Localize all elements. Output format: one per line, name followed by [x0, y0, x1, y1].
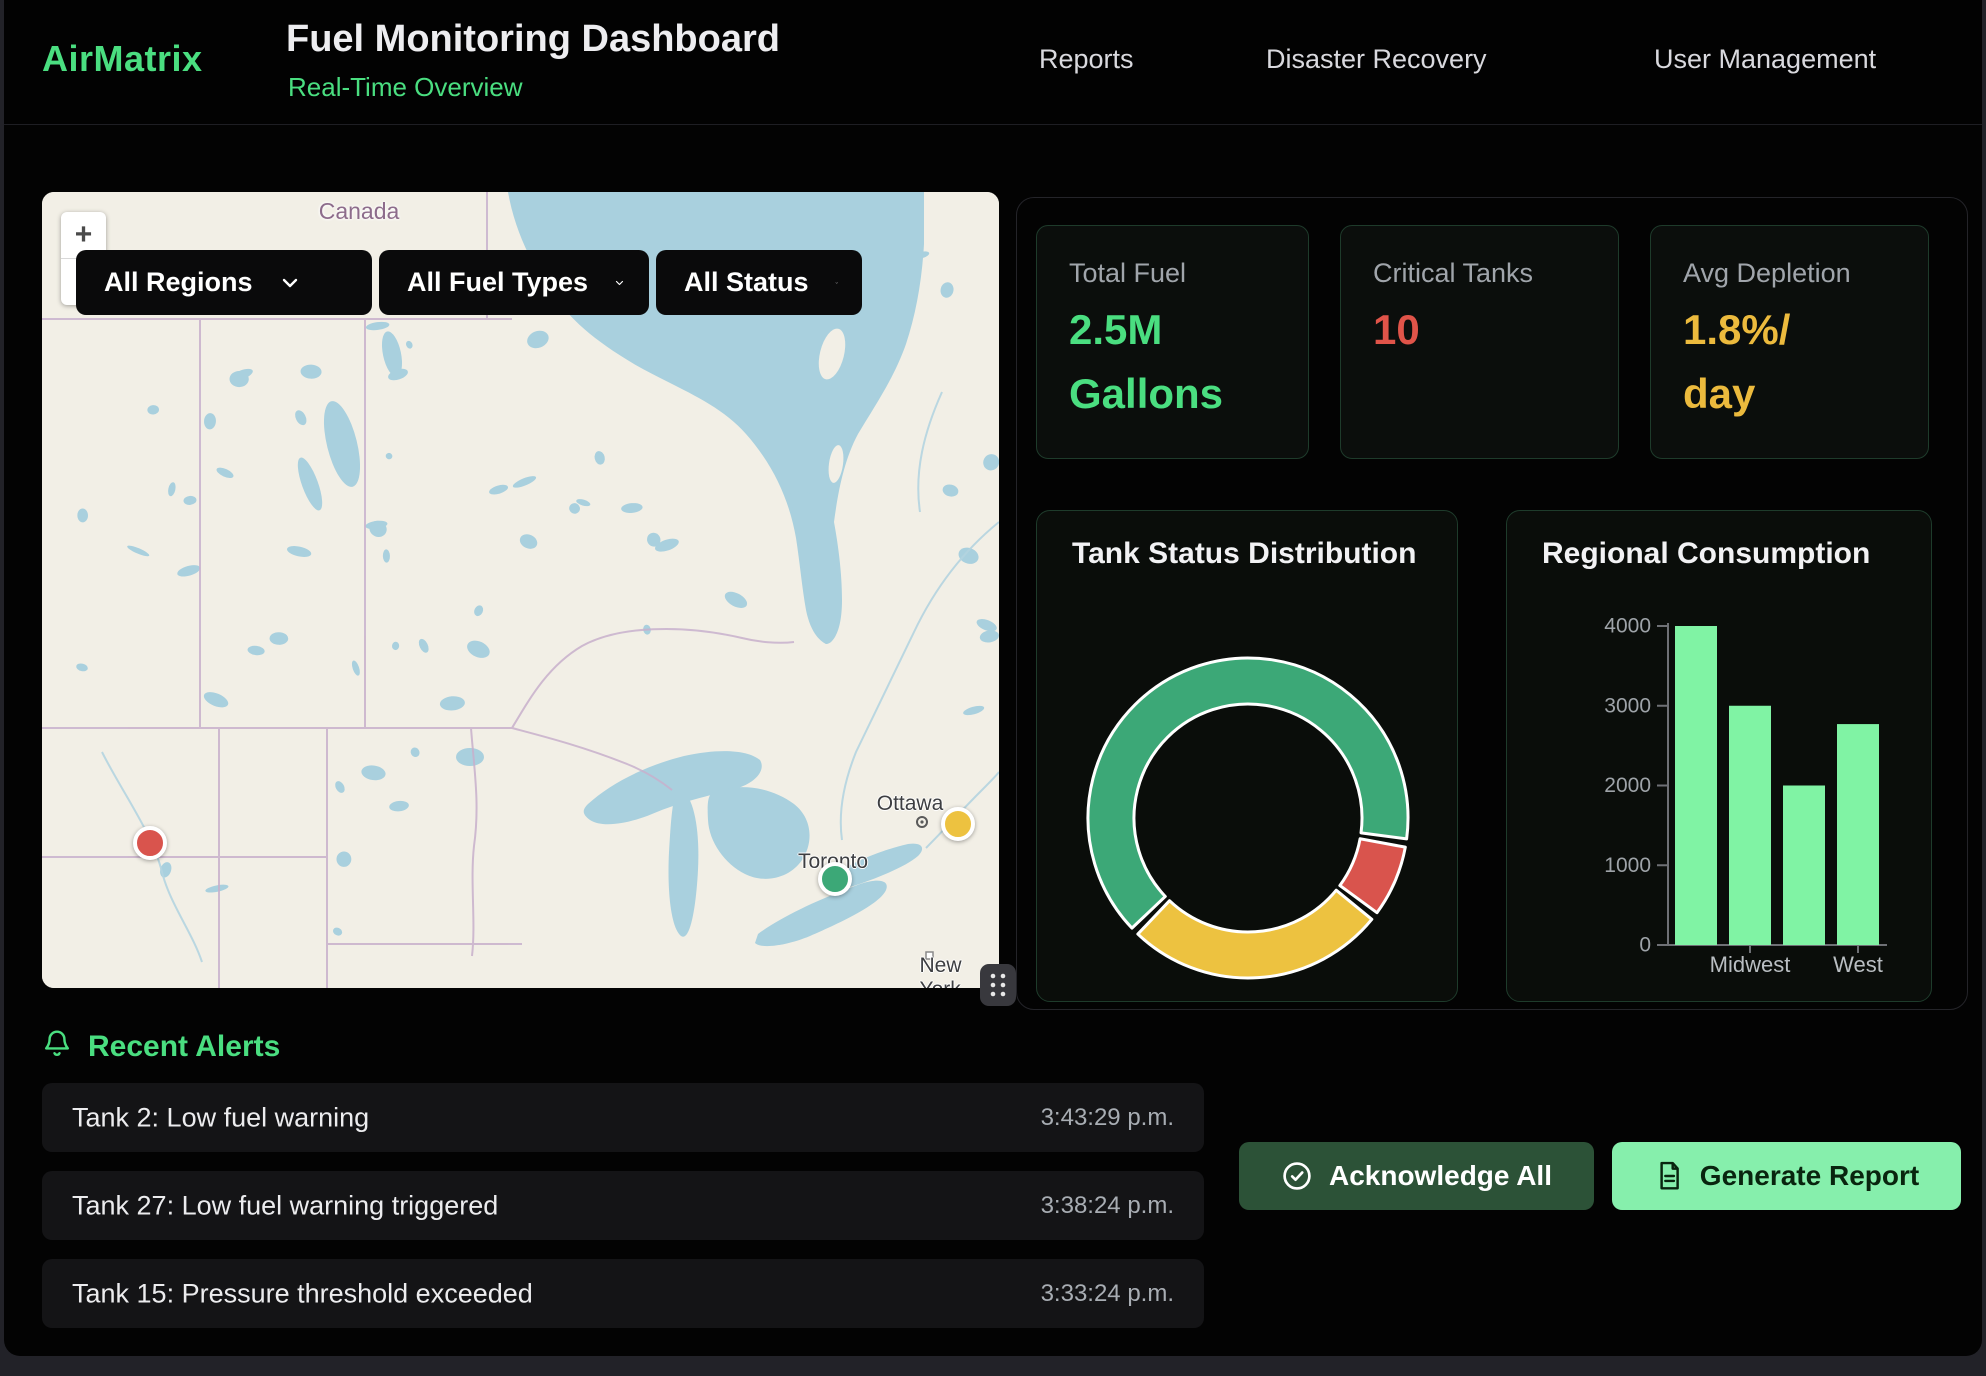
svg-text:3000: 3000 — [1604, 694, 1651, 717]
header: AirMatrix Fuel Monitoring Dashboard Real… — [4, 0, 1982, 125]
file-report-icon — [1654, 1160, 1684, 1192]
status-filter-dropdown[interactable]: All Status — [656, 250, 862, 315]
status-filter-value: All Status — [684, 267, 809, 298]
svg-text:0: 0 — [1639, 934, 1651, 957]
stat-card-avg-depletion: Avg Depletion 1.8%/ day — [1650, 225, 1929, 459]
acknowledge-all-label: Acknowledge All — [1329, 1160, 1552, 1192]
map-label-new-york: New York — [920, 954, 973, 988]
map-label-canada: Canada — [319, 198, 400, 225]
alert-timestamp: 3:38:24 p.m. — [1041, 1192, 1174, 1220]
map-resize-grip-icon[interactable] — [980, 964, 1016, 1006]
fuel-type-filter-dropdown[interactable]: All Fuel Types — [379, 250, 649, 315]
generate-report-button[interactable]: Generate Report — [1612, 1142, 1961, 1210]
stat-value: 2.5M Gallons — [1069, 298, 1223, 426]
svg-text:Midwest: Midwest — [1710, 952, 1791, 977]
region-filter-dropdown[interactable]: All Regions — [76, 250, 372, 315]
alert-row[interactable]: Tank 2: Low fuel warning 3:43:29 p.m. — [42, 1083, 1204, 1152]
svg-text:4000: 4000 — [1604, 615, 1651, 638]
alert-row[interactable]: Tank 15: Pressure threshold exceeded 3:3… — [42, 1259, 1204, 1328]
check-circle-icon — [1281, 1160, 1313, 1192]
tank-status-chart-panel: Tank Status Distribution — [1036, 510, 1458, 1002]
stat-value: 10 — [1373, 298, 1420, 362]
svg-text:2000: 2000 — [1604, 774, 1651, 797]
alerts-section-title: Recent Alerts — [88, 1030, 280, 1064]
stat-value: 1.8%/ day — [1683, 298, 1790, 426]
alert-message: Tank 27: Low fuel warning triggered — [72, 1190, 498, 1221]
map-label-ottawa: Ottawa — [877, 792, 944, 816]
region-filter-value: All Regions — [104, 267, 253, 298]
stat-label: Total Fuel — [1069, 258, 1186, 289]
bell-icon — [42, 1028, 72, 1060]
regional-consumption-bar-chart: 4000 3000 2000 1000 0 Midwest West — [1507, 511, 1931, 1001]
app-window: AirMatrix Fuel Monitoring Dashboard Real… — [4, 0, 1982, 1356]
chart-title: Regional Consumption — [1542, 537, 1870, 571]
chevron-down-icon — [279, 272, 301, 294]
tank-status-donut-chart — [1037, 511, 1457, 1001]
stat-label: Critical Tanks — [1373, 258, 1533, 289]
alert-row[interactable]: Tank 27: Low fuel warning triggered 3:38… — [42, 1171, 1204, 1240]
alert-timestamp: 3:43:29 p.m. — [1041, 1104, 1174, 1132]
stat-card-critical-tanks: Critical Tanks 10 — [1340, 225, 1619, 459]
fuel-type-filter-value: All Fuel Types — [407, 267, 588, 298]
alert-timestamp: 3:33:24 p.m. — [1041, 1280, 1174, 1308]
stat-label: Avg Depletion — [1683, 258, 1851, 289]
acknowledge-all-button[interactable]: Acknowledge All — [1239, 1142, 1594, 1210]
page-title: Fuel Monitoring Dashboard — [286, 18, 780, 61]
nav-disaster-recovery[interactable]: Disaster Recovery — [1266, 44, 1487, 75]
tank-marker-critical[interactable] — [133, 826, 167, 860]
svg-text:West: West — [1833, 952, 1883, 977]
stat-card-total-fuel: Total Fuel 2.5M Gallons — [1036, 225, 1309, 459]
alert-message: Tank 2: Low fuel warning — [72, 1102, 369, 1133]
brand-logo: AirMatrix — [42, 38, 203, 80]
nav-user-management[interactable]: User Management — [1654, 44, 1876, 75]
map-filter-bar: All Regions All Fuel Types All Status — [76, 250, 862, 315]
chevron-down-icon — [614, 272, 625, 294]
map-panel[interactable]: Canada Ottawa Toronto New York + − All R… — [42, 192, 999, 988]
svg-text:1000: 1000 — [1604, 854, 1651, 877]
regional-consumption-chart-panel: Regional Consumption 4000 3000 2000 1000 0 Mi… — [1506, 510, 1932, 1002]
tank-marker-optimal[interactable] — [818, 862, 852, 896]
nav-reports[interactable]: Reports — [1039, 44, 1134, 75]
alert-message: Tank 15: Pressure threshold exceeded — [72, 1278, 533, 1309]
chevron-down-icon — [835, 272, 838, 294]
tank-marker-warning[interactable] — [941, 807, 975, 841]
generate-report-label: Generate Report — [1700, 1160, 1919, 1192]
chart-title: Tank Status Distribution — [1072, 537, 1416, 571]
page-subtitle: Real-Time Overview — [288, 72, 523, 103]
